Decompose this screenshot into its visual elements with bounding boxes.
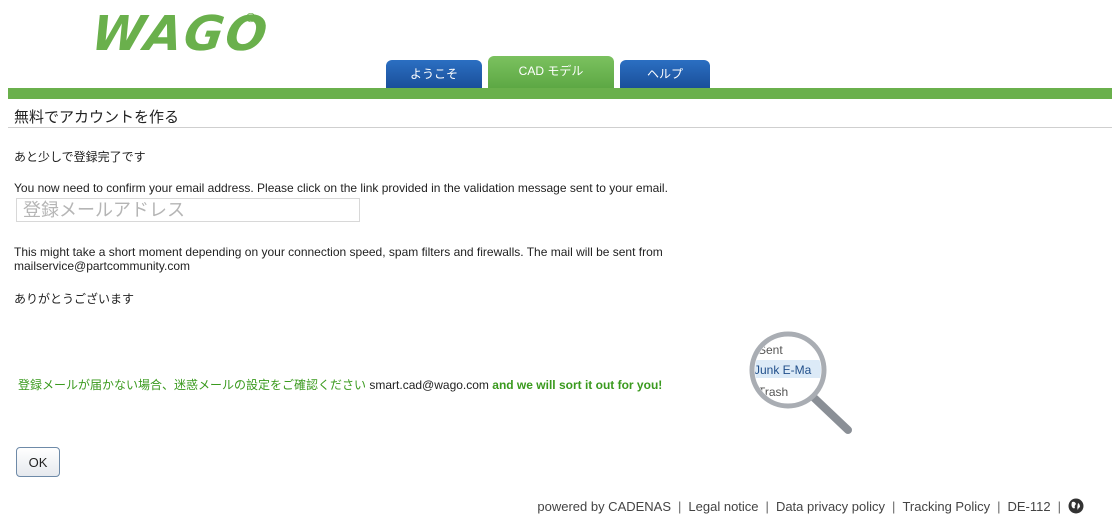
- header-bar: [8, 88, 1112, 99]
- logo-text: WAGO: [88, 6, 273, 62]
- thanks-text: ありがとうございます: [14, 292, 135, 306]
- support-suffix: and we will sort it out for you!: [492, 378, 663, 392]
- footer-separator: |: [997, 498, 1001, 514]
- powered-by-link[interactable]: powered by CADENAS: [537, 499, 671, 514]
- tab-welcome[interactable]: ようこそ: [386, 60, 482, 88]
- magnifier-item-junk: Junk E-Ma: [754, 363, 812, 377]
- footer-separator: |: [765, 498, 769, 514]
- footer: powered by CADENAS | Legal notice | Data…: [537, 498, 1084, 514]
- server-id: DE-112: [1007, 498, 1051, 514]
- delay-message-line1: This might take a short moment depending…: [14, 245, 663, 259]
- tab-help[interactable]: ヘルプ: [620, 60, 710, 88]
- legal-notice-link[interactable]: Legal notice: [688, 499, 758, 514]
- footer-separator: |: [892, 498, 896, 514]
- support-prefix: 登録メールが届かない場合、迷惑メールの設定をご確認ください: [18, 378, 367, 392]
- tracking-policy-link[interactable]: Tracking Policy: [902, 499, 990, 514]
- magnifier-junk-mail-icon: Sent Junk E-Ma Trash: [749, 331, 852, 434]
- support-line: 登録メールが届かない場合、迷惑メールの設定をご確認ください smart.cad@…: [18, 376, 662, 393]
- page-title: 無料でアカウントを作る: [14, 109, 180, 126]
- almost-done-text: あと少しで登録完了です: [14, 150, 146, 164]
- support-email: smart.cad@wago.com: [369, 378, 489, 392]
- ok-button[interactable]: OK: [16, 447, 60, 477]
- title-divider: [8, 127, 1112, 128]
- globe-icon[interactable]: [1068, 498, 1084, 514]
- wago-logo: WAGO ®: [88, 6, 272, 62]
- footer-separator: |: [1057, 498, 1061, 514]
- confirm-message: You now need to confirm your email addre…: [14, 181, 668, 195]
- footer-separator: |: [678, 498, 682, 514]
- tab-cad-models[interactable]: CAD モデル: [488, 56, 614, 88]
- email-field[interactable]: [16, 198, 360, 222]
- registered-mark: ®: [246, 10, 256, 25]
- privacy-policy-link[interactable]: Data privacy policy: [776, 499, 885, 514]
- delay-message-line2: mailservice@partcommunity.com: [14, 259, 190, 273]
